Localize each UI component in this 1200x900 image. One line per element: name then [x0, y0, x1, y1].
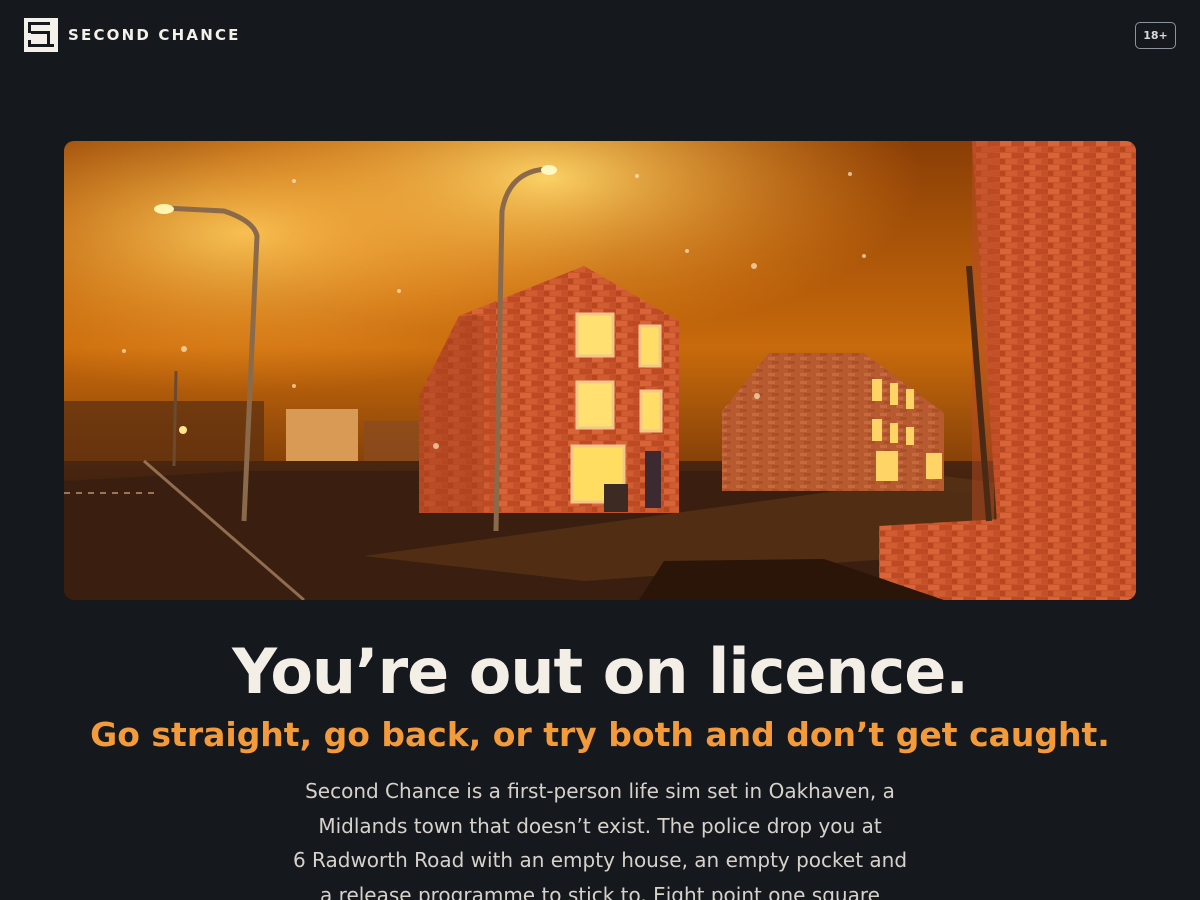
description-line: a release programme to stick to. Eight p…	[320, 882, 880, 900]
tagline: Go straight, go back, or try both and do…	[90, 715, 1110, 754]
pixel-s-logo-icon	[24, 18, 58, 52]
site-header: SECOND CHANCE 18+	[0, 0, 1200, 70]
description-line: Midlands town that doesn’t exist. The po…	[318, 813, 882, 838]
age-rating-badge: 18+	[1135, 22, 1176, 49]
game-description: Second Chance is a first-person life sim…	[290, 774, 910, 900]
brand-name: SECOND CHANCE	[68, 26, 241, 44]
headline: You’re out on licence.	[232, 635, 969, 708]
home-link[interactable]: SECOND CHANCE	[24, 18, 241, 52]
description-line: 6 Radworth Road with an empty house, an …	[292, 848, 908, 872]
hero-screenshot	[64, 141, 1136, 600]
description-line: Second Chance is a first-person life sim…	[305, 779, 895, 803]
